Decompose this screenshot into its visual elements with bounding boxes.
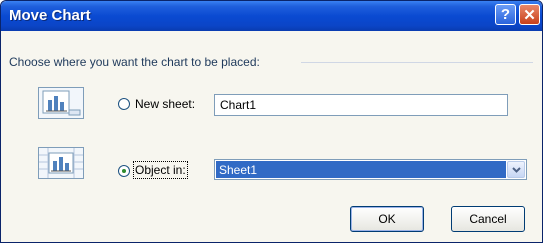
- ok-button[interactable]: OK: [350, 206, 424, 232]
- cancel-button[interactable]: Cancel: [451, 206, 525, 232]
- move-chart-dialog: Move Chart ? ✕ Choose where you want the…: [0, 0, 543, 243]
- dialog-body: Choose where you want the chart to be pl…: [1, 31, 542, 242]
- radio-selected-dot: [122, 169, 126, 173]
- new-sheet-label-text: New sheet:: [135, 97, 196, 111]
- title-bar[interactable]: Move Chart ? ✕: [1, 1, 542, 31]
- prompt-divider: [301, 62, 533, 63]
- new-sheet-label[interactable]: New sheet:: [135, 97, 195, 111]
- embedded-chart-icon: [38, 147, 84, 179]
- dropdown-button[interactable]: [507, 161, 525, 178]
- new-sheet-name-input[interactable]: [214, 94, 508, 116]
- object-in-selected-value: Sheet1: [216, 161, 506, 178]
- help-icon: ?: [500, 6, 511, 23]
- dialog-title: Move Chart: [9, 7, 91, 24]
- close-button[interactable]: ✕: [519, 4, 540, 25]
- object-in-radio[interactable]: [118, 165, 130, 177]
- object-in-select[interactable]: Sheet1: [214, 159, 527, 180]
- new-sheet-radio[interactable]: [118, 98, 130, 110]
- placement-prompt: Choose where you want the chart to be pl…: [9, 55, 260, 69]
- object-in-label[interactable]: Object in:: [133, 161, 188, 179]
- chevron-down-icon: [511, 166, 521, 173]
- close-icon: ✕: [523, 6, 536, 24]
- help-button[interactable]: ?: [495, 4, 516, 25]
- chart-sheet-icon: [38, 87, 84, 119]
